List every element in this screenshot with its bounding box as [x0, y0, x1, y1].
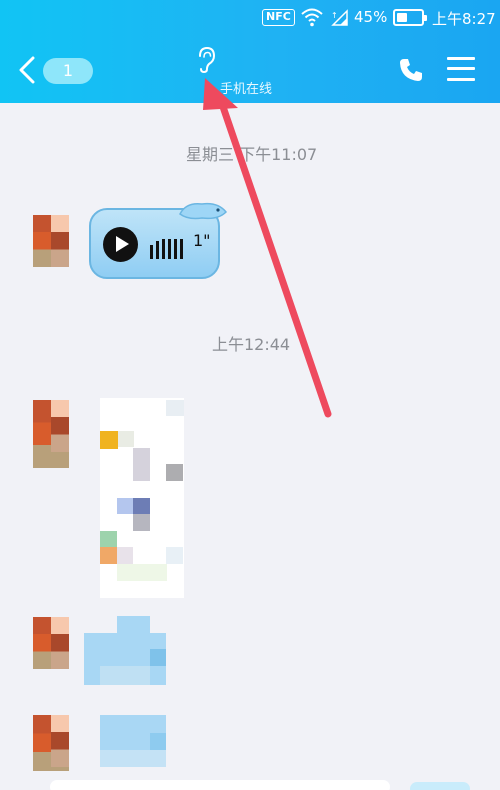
image-message[interactable] — [100, 398, 184, 598]
menu-icon[interactable] — [447, 56, 475, 82]
signal-icon: ↑ — [331, 9, 348, 26]
contact-avatar[interactable] — [33, 715, 69, 771]
bubble-decoration-icon — [179, 202, 228, 220]
image-message[interactable] — [100, 715, 166, 767]
voice-duration: 1" — [193, 231, 211, 250]
battery-fill — [397, 13, 407, 22]
chat-header: NFC ↑ 45% 上午8:27 1 手机在线 — [0, 0, 500, 103]
send-button[interactable] — [410, 782, 470, 790]
contact-avatar[interactable] — [33, 617, 69, 669]
message-timestamp: 上午12:44 — [212, 335, 291, 354]
contact-online-status: 手机在线 — [220, 82, 273, 97]
phone-icon[interactable] — [398, 57, 424, 83]
contact-avatar[interactable] — [33, 215, 69, 267]
back-button[interactable]: 1 — [18, 54, 93, 86]
contact-avatar[interactable] — [33, 400, 69, 468]
svg-text:↑: ↑ — [331, 11, 338, 20]
waveform-icon — [150, 237, 184, 259]
message-input-field[interactable] — [50, 780, 390, 790]
battery-icon — [393, 9, 427, 26]
wifi-icon — [301, 8, 323, 27]
play-voice-button[interactable] — [103, 227, 138, 262]
image-message[interactable] — [84, 616, 166, 685]
message-timestamp: 星期三 下午11:07 — [186, 145, 318, 164]
status-time: 上午8:27 — [432, 10, 496, 28]
ear-icon[interactable] — [195, 46, 217, 74]
battery-percent: 45% — [354, 8, 388, 26]
status-bar: NFC ↑ 45% 上午8:27 — [0, 0, 500, 36]
unread-count-badge: 1 — [43, 58, 93, 84]
back-chevron-icon — [19, 56, 35, 84]
nfc-indicator: NFC — [262, 9, 295, 26]
annotation-arrow — [203, 78, 332, 418]
